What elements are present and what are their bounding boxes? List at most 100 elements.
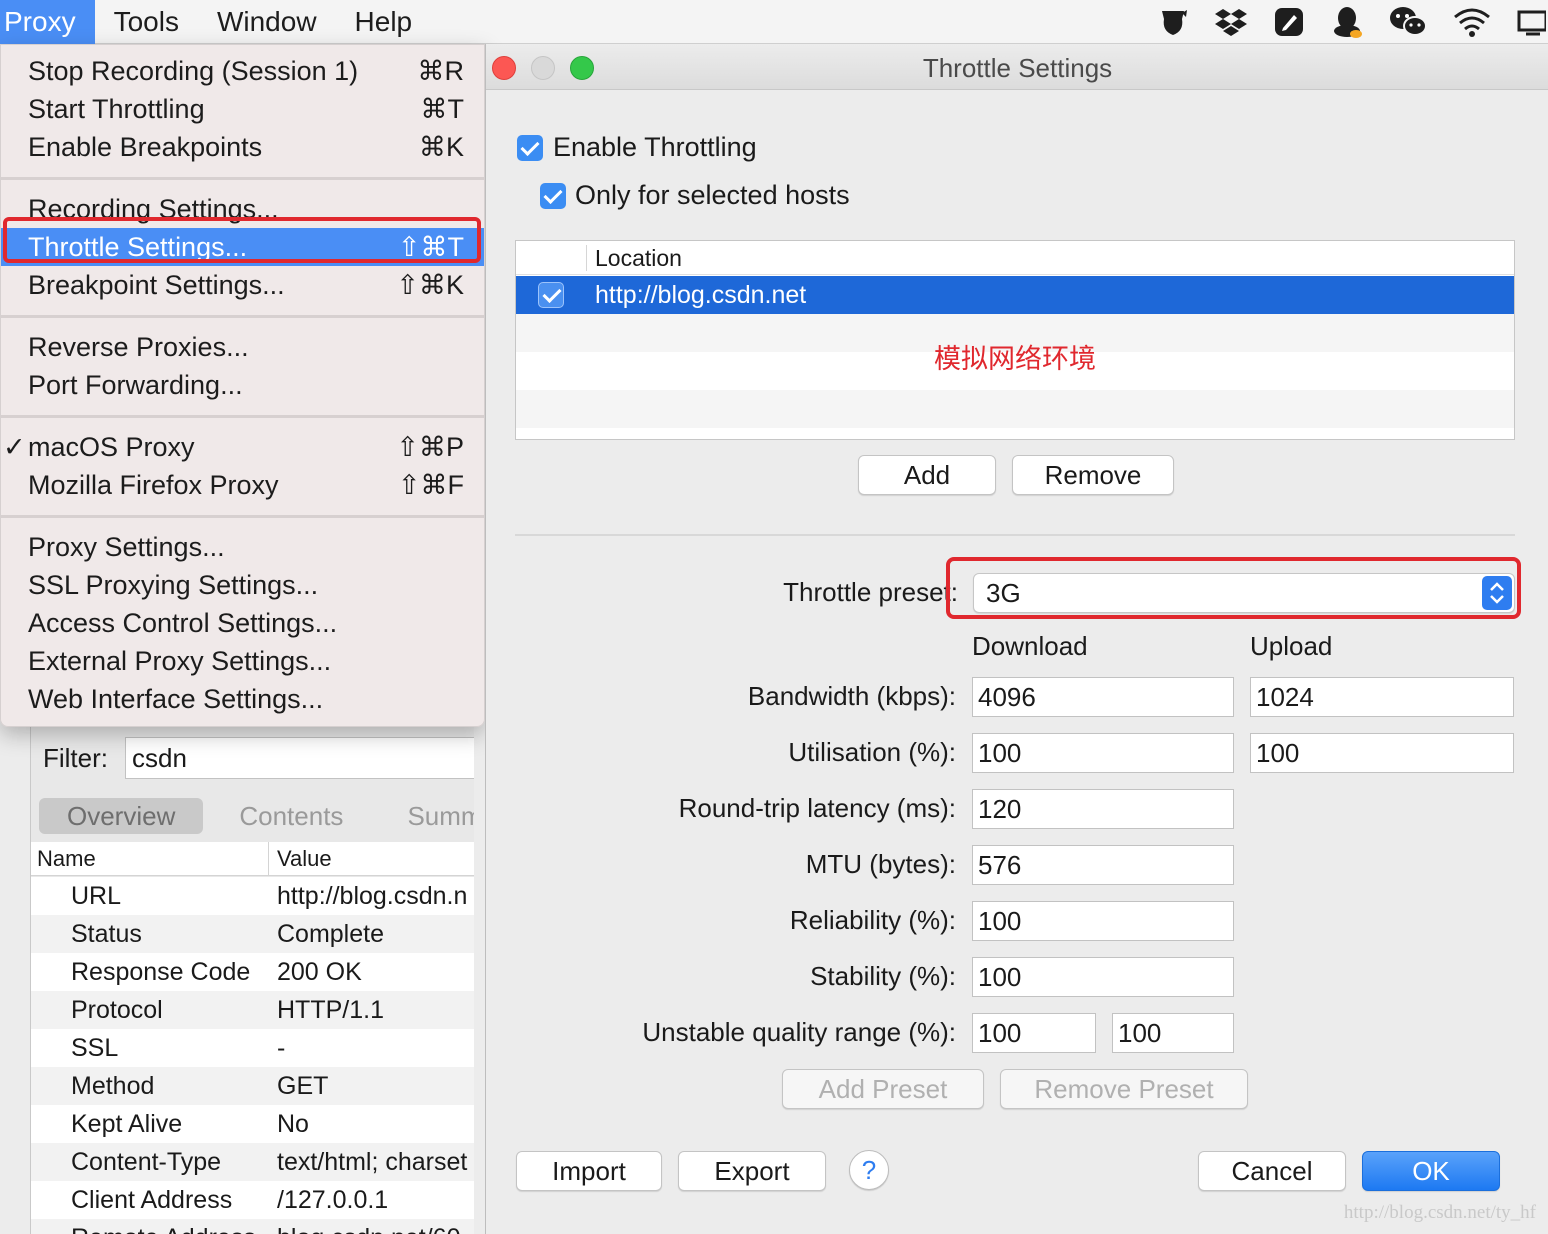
column-header-location[interactable]: Location	[595, 241, 682, 275]
menu-item-breakpoint-settings[interactable]: Breakpoint Settings... ⇧⌘K	[1, 266, 484, 304]
menu-item-web-interface-settings[interactable]: Web Interface Settings...	[1, 680, 484, 718]
wechat-icon[interactable]	[1388, 5, 1428, 39]
table-row[interactable]: Content-Type text/html; charset	[31, 1143, 474, 1181]
add-preset-button[interactable]: Add Preset	[782, 1069, 984, 1109]
table-row[interactable]: Status Complete	[31, 915, 474, 953]
bandwidth-download-field[interactable]: 4096	[972, 677, 1234, 717]
menu-item-shortcut: ⌘K	[418, 132, 464, 162]
proxy-menu: Stop Recording (Session 1) ⌘R Start Throt…	[0, 44, 485, 727]
menu-separator	[1, 415, 484, 418]
empty-row	[516, 390, 1514, 428]
row-value: Complete	[277, 920, 384, 948]
menu-tools[interactable]: Tools	[95, 0, 198, 44]
menu-item-shortcut: ⇧⌘F	[397, 470, 464, 500]
menu-help[interactable]: Help	[336, 0, 432, 44]
menu-item-label: Start Throttling	[28, 94, 205, 124]
row-value: blog.csdn.net/60	[277, 1219, 460, 1234]
bandwidth-upload-field[interactable]: 1024	[1250, 677, 1514, 717]
menu-separator	[1, 315, 484, 318]
tab-overview[interactable]: Overview	[39, 798, 204, 834]
row-value: GET	[277, 1072, 329, 1100]
unstable-range-min-field[interactable]: 100	[972, 1013, 1096, 1053]
table-row[interactable]: URL http://blog.csdn.n	[31, 877, 474, 915]
filter-input[interactable]: csdn	[125, 737, 474, 779]
ok-button[interactable]: OK	[1362, 1151, 1500, 1191]
latency-field[interactable]: 120	[972, 789, 1234, 829]
overview-table-header: Name Value	[31, 842, 474, 876]
menu-item-external-proxy-settings[interactable]: External Proxy Settings...	[1, 642, 484, 680]
mtu-label: MTU (bytes):	[805, 849, 956, 879]
charles-icon[interactable]	[1156, 5, 1190, 39]
menu-item-shortcut: ⌘R	[417, 56, 465, 86]
utilisation-download-field[interactable]: 100	[972, 733, 1234, 773]
menu-item-macos-proxy[interactable]: ✓ macOS Proxy ⇧⌘P	[1, 428, 484, 466]
menu-item-firefox-proxy[interactable]: Mozilla Firefox Proxy ⇧⌘F	[1, 466, 484, 504]
row-key: URL	[71, 882, 122, 910]
tab-summary[interactable]: Summ	[379, 798, 474, 834]
reliability-field[interactable]: 100	[972, 901, 1234, 941]
import-button[interactable]: Import	[516, 1151, 662, 1191]
qq-icon[interactable]	[1330, 4, 1364, 40]
export-button[interactable]: Export	[678, 1151, 826, 1191]
row-value: -	[277, 1034, 286, 1062]
row-key: Protocol	[71, 996, 163, 1024]
menu-item-enable-breakpoints[interactable]: Enable Breakpoints ⌘K	[1, 128, 484, 166]
remove-location-button[interactable]: Remove	[1012, 455, 1174, 495]
table-row[interactable]: Client Address/127.0.0.1	[31, 1181, 474, 1219]
watermark-text: http://blog.csdn.net/ty_hf	[1343, 1202, 1536, 1223]
menu-window[interactable]: Window	[198, 0, 336, 44]
row-key: Response Code	[71, 958, 251, 986]
column-header-value[interactable]: Value	[269, 842, 332, 875]
stability-field[interactable]: 100	[972, 957, 1234, 997]
dropbox-icon[interactable]	[1214, 5, 1248, 39]
locations-table: Location http://blog.csdn.net 模拟网络环境	[515, 240, 1515, 440]
stability-label: Stability (%):	[810, 961, 956, 991]
menu-item-ssl-proxying-settings[interactable]: SSL Proxying Settings...	[1, 566, 484, 604]
note-icon[interactable]	[1272, 5, 1306, 39]
table-row[interactable]: Kept Alive No	[31, 1105, 474, 1143]
menu-item-shortcut: ⇧⌘K	[396, 270, 464, 300]
tab-contents[interactable]: Contents	[211, 798, 371, 834]
unstable-range-max-field[interactable]: 100	[1112, 1013, 1234, 1053]
menu-item-reverse-proxies[interactable]: Reverse Proxies...	[1, 328, 484, 366]
only-selected-hosts-checkbox[interactable]	[540, 183, 566, 209]
menu-item-stop-recording[interactable]: Stop Recording (Session 1) ⌘R	[1, 52, 484, 90]
mtu-field[interactable]: 576	[972, 845, 1234, 885]
menu-item-label: Proxy Settings...	[28, 532, 225, 562]
throttle-settings-dialog: Throttle Settings Enable Throttling Only…	[485, 44, 1548, 1234]
menu-item-access-control-settings[interactable]: Access Control Settings...	[1, 604, 484, 642]
enable-throttling-label: Enable Throttling	[553, 132, 757, 162]
row-key: Method	[71, 1072, 155, 1100]
menu-proxy[interactable]: Proxy	[0, 0, 95, 44]
table-row[interactable]: Protocol HTTP/1.1	[31, 991, 474, 1029]
menu-item-label: External Proxy Settings...	[28, 646, 332, 676]
menu-item-label: Enable Breakpoints	[28, 132, 263, 162]
remove-preset-button[interactable]: Remove Preset	[1000, 1069, 1248, 1109]
menu-item-proxy-settings[interactable]: Proxy Settings...	[1, 528, 484, 566]
location-url: http://blog.csdn.net	[595, 281, 807, 309]
location-enabled-checkbox[interactable]	[538, 282, 564, 308]
row-value: text/html; charset	[277, 1148, 468, 1176]
display-icon[interactable]	[1516, 7, 1546, 37]
table-row[interactable]: Remote Addressblog.csdn.net/60	[31, 1219, 474, 1234]
utilisation-upload-field[interactable]: 100	[1250, 733, 1514, 773]
upload-column-header: Upload	[1250, 631, 1333, 661]
enable-throttling-checkbox[interactable]	[517, 135, 543, 161]
add-location-button[interactable]: Add	[858, 455, 996, 495]
column-header-name[interactable]: Name	[31, 842, 269, 875]
menu-item-port-forwarding[interactable]: Port Forwarding...	[1, 366, 484, 404]
session-overview-panel: Filter: csdn Overview Contents Summ Name…	[30, 726, 474, 1234]
utilisation-label: Utilisation (%):	[788, 737, 956, 767]
table-row[interactable]: Response Code 200 OK	[31, 953, 474, 991]
location-row-selected[interactable]: http://blog.csdn.net	[516, 276, 1514, 314]
help-button[interactable]: ?	[849, 1150, 889, 1190]
menu-separator	[1, 177, 484, 180]
cancel-button[interactable]: Cancel	[1198, 1151, 1346, 1191]
row-value: /127.0.0.1	[277, 1186, 389, 1214]
menu-item-start-throttling[interactable]: Start Throttling ⌘T	[1, 90, 484, 128]
menu-item-label: Reverse Proxies...	[28, 332, 249, 362]
checkmark-icon: ✓	[3, 432, 26, 462]
wifi-icon[interactable]	[1452, 6, 1492, 38]
table-row[interactable]: Method GET	[31, 1067, 474, 1105]
table-row[interactable]: SSL -	[31, 1029, 474, 1067]
